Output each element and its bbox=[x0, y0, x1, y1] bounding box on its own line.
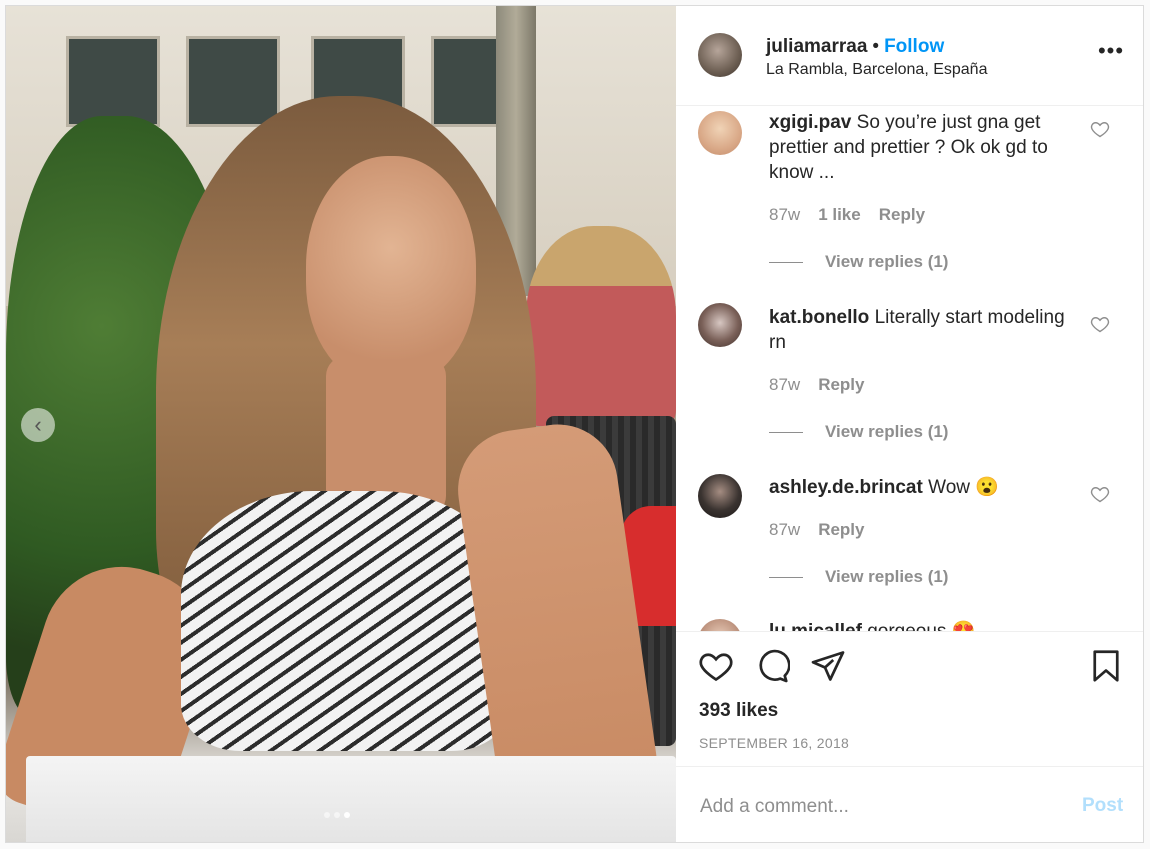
carousel-dot bbox=[334, 812, 340, 818]
post-card: ‹ juliamarraa • Follow La Rambla, Barcelon… bbox=[5, 5, 1144, 843]
carousel-dot bbox=[324, 812, 330, 818]
comment-username[interactable]: ashley.de.brincat bbox=[769, 477, 923, 498]
replies-divider bbox=[769, 576, 803, 578]
like-comment-heart-icon[interactable] bbox=[1090, 119, 1110, 139]
comment-text: kat.bonello Literally start modeling rn bbox=[769, 305, 1079, 355]
replies-divider bbox=[769, 431, 803, 433]
avatar[interactable] bbox=[698, 619, 742, 631]
comment-text: lu.micallef gorgeous 😍 bbox=[769, 619, 1079, 631]
post-location[interactable]: La Rambla, Barcelona, España bbox=[766, 61, 987, 79]
view-replies-label: View replies (1) bbox=[825, 567, 949, 586]
post-photo[interactable]: ‹ bbox=[6, 6, 676, 842]
post-date[interactable]: SEPTEMBER 16, 2018 bbox=[699, 735, 849, 751]
comment-username[interactable]: lu.micallef bbox=[769, 621, 862, 631]
replies-divider bbox=[769, 261, 803, 263]
share-send-icon[interactable] bbox=[810, 648, 846, 684]
post-actions: 393 likes SEPTEMBER 16, 2018 bbox=[676, 631, 1143, 767]
photo-face bbox=[306, 156, 476, 386]
avatar[interactable] bbox=[698, 303, 742, 347]
photo-window bbox=[186, 36, 280, 127]
comments-list[interactable]: xgigi.pav So you’re just gna get prettie… bbox=[676, 105, 1143, 631]
add-comment-bar: Post bbox=[676, 766, 1143, 842]
view-replies-button[interactable]: View replies (1) bbox=[769, 567, 948, 587]
comment-age: 87w bbox=[769, 205, 801, 224]
comment-input[interactable] bbox=[698, 791, 1062, 823]
reply-button[interactable]: Reply bbox=[818, 375, 864, 395]
separator-dot: • bbox=[872, 36, 880, 57]
follow-button[interactable]: Follow bbox=[884, 36, 944, 57]
comment-text: xgigi.pav So you’re just gna get prettie… bbox=[769, 110, 1079, 185]
carousel-dot-active bbox=[344, 812, 350, 818]
post-comment-button[interactable]: Post bbox=[1082, 795, 1123, 817]
photo-background-person bbox=[526, 226, 676, 426]
save-bookmark-icon[interactable] bbox=[1088, 648, 1124, 684]
avatar[interactable] bbox=[698, 33, 742, 77]
like-comment-heart-icon[interactable] bbox=[1090, 484, 1110, 504]
post-sidebar: juliamarraa • Follow La Rambla, Barcelona,… bbox=[676, 6, 1143, 842]
comment-username[interactable]: kat.bonello bbox=[769, 307, 869, 328]
comment-age: 87w bbox=[769, 520, 801, 539]
carousel-prev-button[interactable]: ‹ bbox=[21, 408, 55, 442]
comment-text: ashley.de.brincat Wow 😮 bbox=[769, 475, 1079, 500]
view-replies-label: View replies (1) bbox=[825, 252, 949, 271]
like-heart-icon[interactable] bbox=[698, 648, 734, 684]
comment-username[interactable]: xgigi.pav bbox=[769, 112, 851, 133]
photo-table bbox=[26, 756, 676, 842]
comment-likes[interactable]: 1 like bbox=[818, 205, 861, 225]
post-header: juliamarraa • Follow La Rambla, Barcelona,… bbox=[676, 6, 1143, 106]
comment-meta: 87w Reply bbox=[769, 520, 864, 540]
comment-meta: 87w Reply bbox=[769, 375, 864, 395]
chevron-left-icon: ‹ bbox=[34, 412, 42, 437]
comment-body: gorgeous 😍 bbox=[867, 621, 975, 631]
photo-striped-top bbox=[181, 491, 511, 751]
view-replies-button[interactable]: View replies (1) bbox=[769, 252, 948, 272]
post-author-line: juliamarraa • Follow bbox=[766, 36, 944, 58]
view-replies-button[interactable]: View replies (1) bbox=[769, 422, 948, 442]
view-replies-label: View replies (1) bbox=[825, 422, 949, 441]
comment-body: Wow 😮 bbox=[928, 477, 999, 498]
carousel-indicator bbox=[324, 812, 350, 818]
likes-count[interactable]: 393 likes bbox=[699, 700, 778, 722]
more-options-icon[interactable]: ••• bbox=[1096, 40, 1126, 68]
comment-bubble-icon[interactable] bbox=[754, 648, 790, 684]
reply-button[interactable]: Reply bbox=[879, 205, 925, 225]
like-comment-heart-icon[interactable] bbox=[1090, 314, 1110, 334]
avatar[interactable] bbox=[698, 474, 742, 518]
post-username[interactable]: juliamarraa bbox=[766, 36, 867, 57]
reply-button[interactable]: Reply bbox=[818, 520, 864, 540]
avatar[interactable] bbox=[698, 111, 742, 155]
comment-age: 87w bbox=[769, 375, 801, 394]
comment-meta: 87w 1 like Reply bbox=[769, 205, 925, 225]
photo-window bbox=[66, 36, 160, 127]
